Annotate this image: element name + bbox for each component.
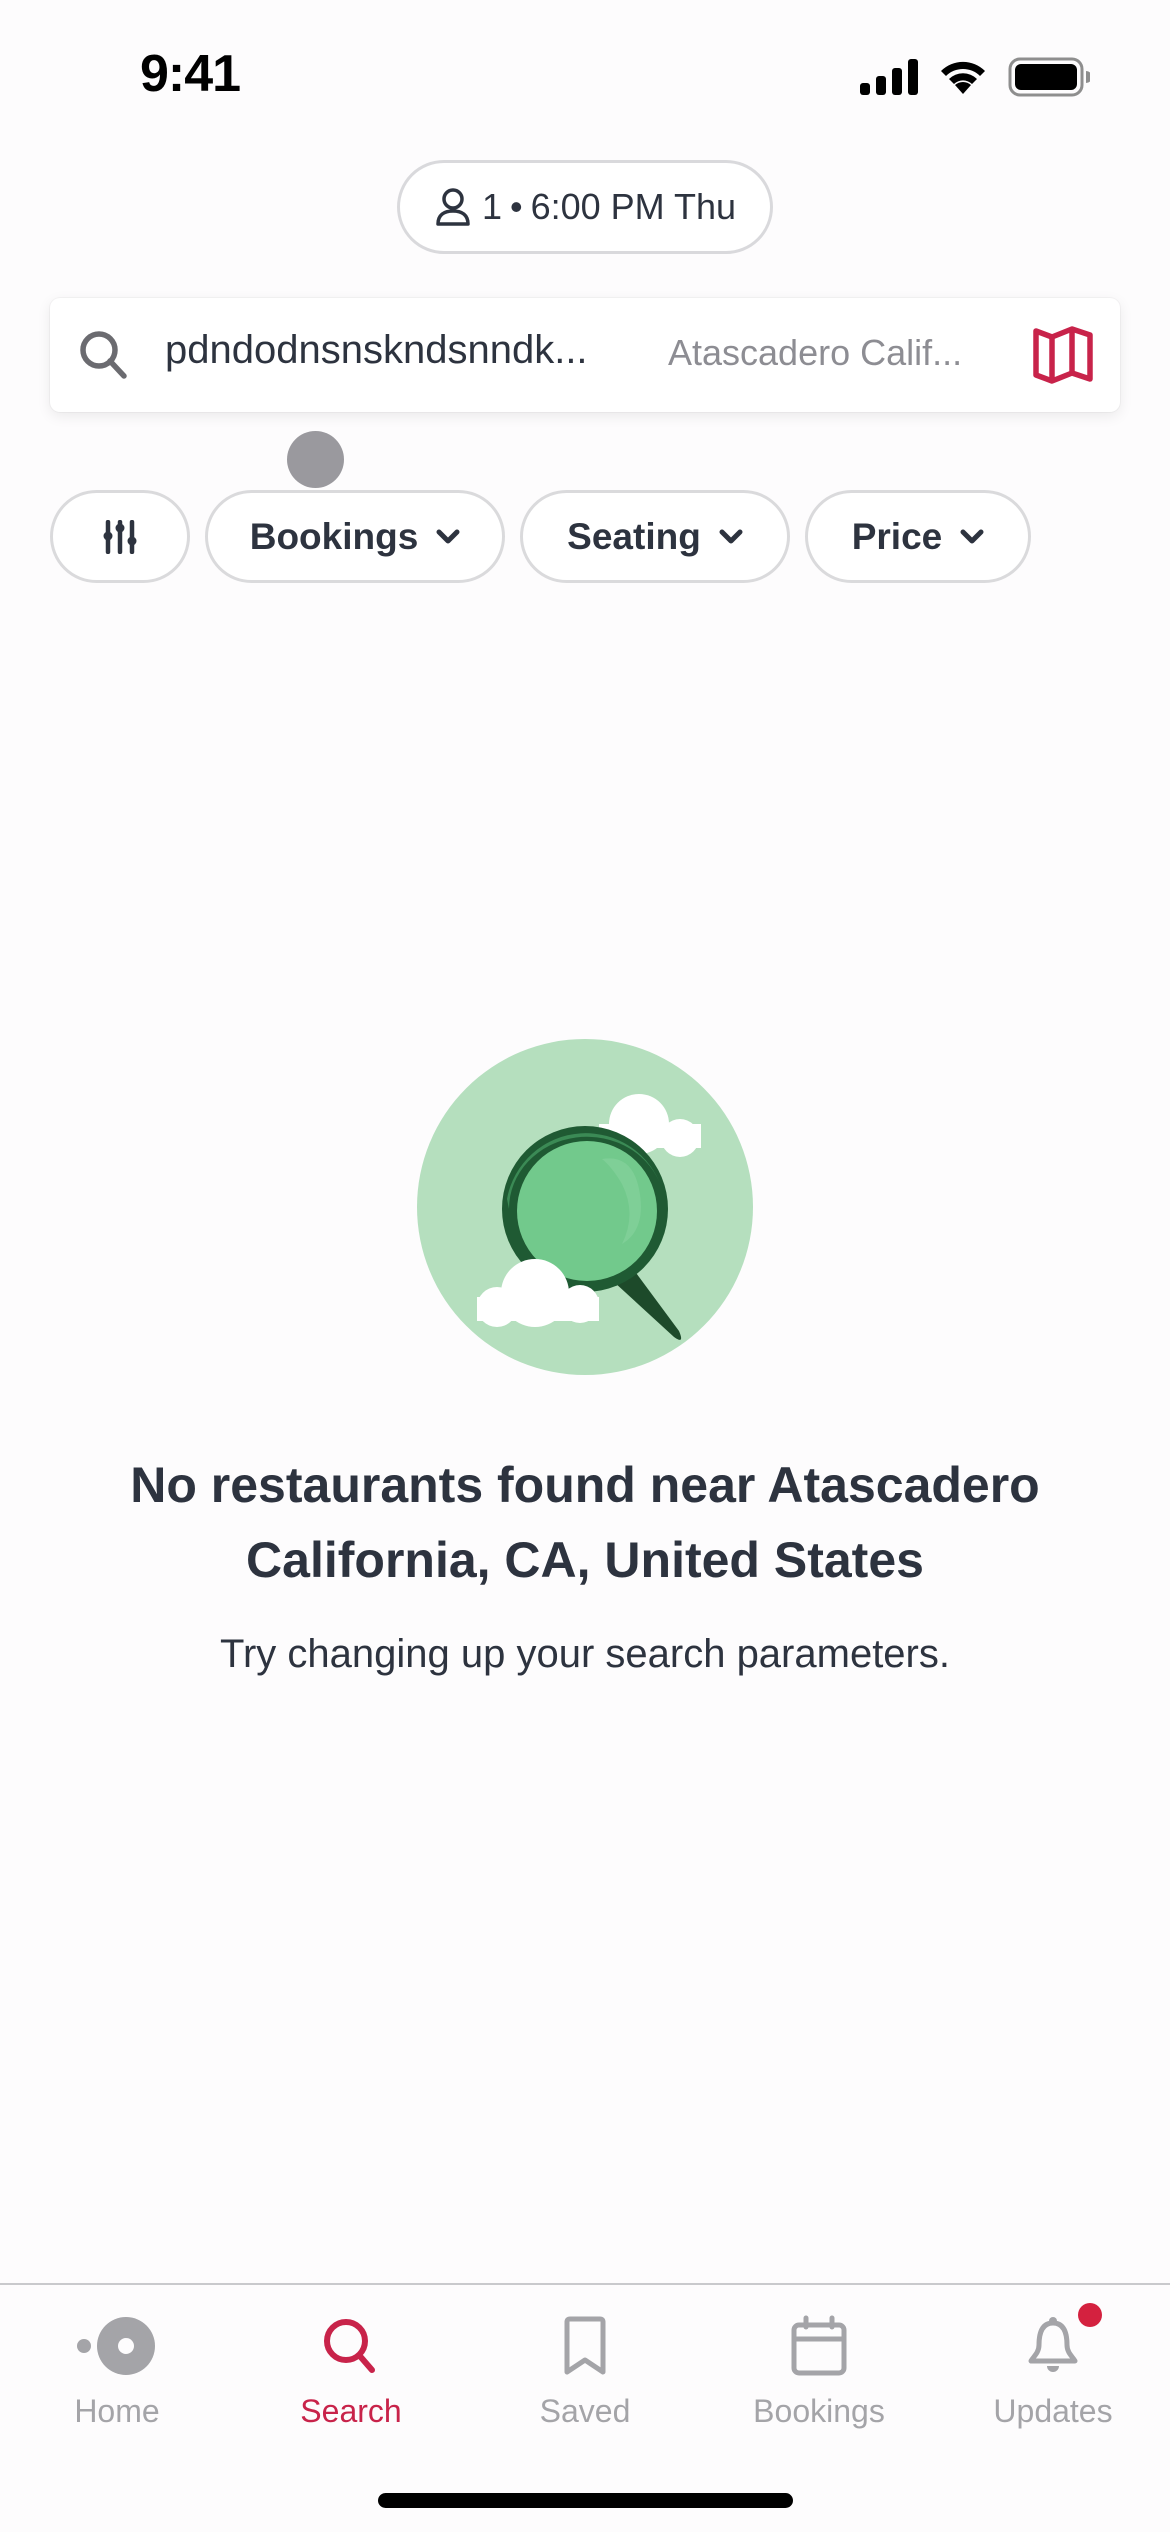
tab-updates-label: Updates [993, 2393, 1113, 2429]
price-filter-dropdown[interactable]: Price [805, 490, 1031, 583]
party-separator: • [509, 186, 523, 227]
empty-state-title: No restaurants found near Atascadero Cal… [0, 1448, 1170, 1598]
bookmark-icon [564, 2316, 606, 2375]
home-icon [77, 2317, 155, 2375]
status-icons [860, 57, 1090, 97]
no-results-illustration [417, 1039, 753, 1375]
calendar-icon [791, 2315, 847, 2376]
tab-saved[interactable]: Saved [468, 2285, 702, 2445]
battery-icon [1008, 57, 1090, 97]
chevron-down-icon [960, 529, 984, 543]
chevron-down-icon [436, 529, 460, 543]
sliders-icon [103, 519, 137, 554]
empty-state-title-line-2: California, CA, United States [246, 1532, 924, 1588]
tab-home-label: Home [74, 2393, 160, 2429]
tab-bookings[interactable]: Bookings [702, 2285, 936, 2445]
empty-state-subtitle: Try changing up your search parameters. [220, 1632, 950, 1676]
bookings-filter-dropdown[interactable]: Bookings [205, 490, 505, 583]
person-icon [436, 188, 470, 226]
map-button[interactable] [1028, 320, 1098, 390]
notification-badge [1078, 2303, 1102, 2327]
tab-bookings-label: Bookings [753, 2393, 885, 2429]
reservation-time: 6:00 PM Thu [530, 186, 737, 227]
filter-settings-button[interactable] [50, 490, 190, 583]
seating-filter-dropdown[interactable]: Seating [520, 490, 790, 583]
touch-indicator [287, 431, 344, 488]
party-size: 1 [481, 186, 502, 227]
tab-search-label: Search [300, 2393, 402, 2429]
search-query-input[interactable]: pdndodnsnskndsnndk... [165, 328, 588, 373]
map-icon [1033, 326, 1093, 384]
cellular-signal-icon [860, 59, 918, 95]
wifi-icon [941, 61, 985, 94]
location-field[interactable]: Atascadero Calif... [668, 332, 962, 374]
tab-saved-label: Saved [539, 2393, 631, 2429]
seating-filter-label: Seating [567, 515, 701, 557]
status-time: 9:41 [140, 45, 241, 103]
price-filter-label: Price [851, 515, 943, 557]
chevron-down-icon [719, 529, 743, 543]
tab-home[interactable]: Home [0, 2285, 234, 2445]
tab-search[interactable]: Search [234, 2285, 468, 2445]
search-icon [324, 2319, 375, 2373]
search-icon [80, 331, 127, 379]
bookings-filter-label: Bookings [249, 515, 419, 557]
empty-state-title-line-1: No restaurants found near Atascadero [130, 1457, 1040, 1513]
home-indicator[interactable] [378, 2493, 793, 2508]
tab-updates[interactable]: Updates [936, 2285, 1170, 2445]
search-bar[interactable]: pdndodnsnskndsnndk... Atascadero Calif..… [50, 298, 1120, 412]
bell-icon [1028, 2317, 1078, 2372]
party-time-selector[interactable]: 1 • 6:00 PM Thu [397, 160, 773, 254]
